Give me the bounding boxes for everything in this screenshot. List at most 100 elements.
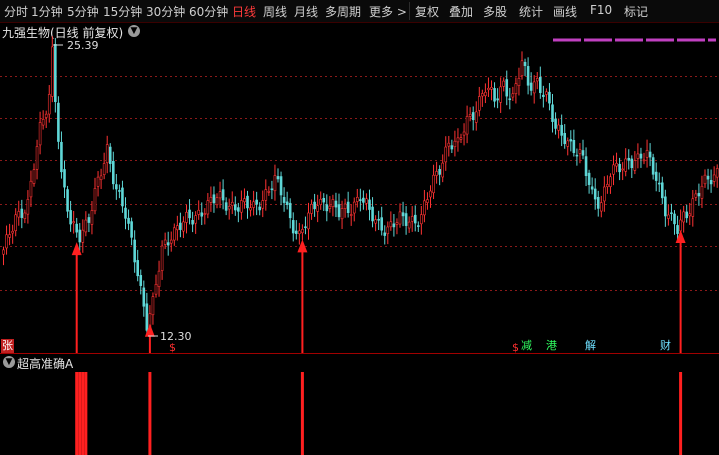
candle xyxy=(282,187,286,212)
indicator-title: 超高准确A xyxy=(17,357,74,371)
candle xyxy=(529,72,533,96)
candle xyxy=(523,58,527,77)
candle xyxy=(352,197,356,222)
candle xyxy=(569,130,573,152)
candle xyxy=(346,191,350,218)
candle xyxy=(563,124,567,149)
candle xyxy=(499,77,502,113)
candle xyxy=(639,147,643,168)
event-badge-dollar[interactable]: $ xyxy=(511,341,520,355)
candle xyxy=(645,139,649,168)
candle xyxy=(362,190,365,210)
candle xyxy=(590,177,594,195)
candlestick-chart[interactable]: 25.39 12.30 xyxy=(0,0,719,455)
candle xyxy=(535,72,539,90)
candle xyxy=(90,200,94,235)
candle xyxy=(29,170,33,207)
candle xyxy=(368,189,371,221)
candle xyxy=(133,230,136,273)
candle xyxy=(240,190,243,220)
candle xyxy=(532,75,536,104)
candle xyxy=(621,162,624,181)
candle xyxy=(197,200,200,220)
candle xyxy=(325,194,329,222)
candle xyxy=(212,186,216,213)
candle xyxy=(633,151,637,175)
candle xyxy=(520,51,524,80)
candle xyxy=(179,212,182,238)
candle xyxy=(660,176,664,205)
candle xyxy=(35,139,39,180)
candle xyxy=(688,202,692,225)
candle xyxy=(670,203,673,221)
candle xyxy=(490,80,493,101)
candle xyxy=(502,77,506,92)
candle xyxy=(121,180,124,213)
event-badge-zhang[interactable]: 张 xyxy=(1,339,14,353)
event-badge-jie[interactable]: 解 xyxy=(584,339,597,353)
candle xyxy=(462,123,466,146)
candle xyxy=(468,107,472,122)
candle xyxy=(173,223,176,246)
candle xyxy=(307,202,310,240)
indicator-bar xyxy=(84,372,88,455)
candle xyxy=(657,172,661,192)
candle xyxy=(557,118,560,139)
candle xyxy=(514,77,518,104)
candle xyxy=(444,136,448,171)
candle xyxy=(627,149,631,170)
candle xyxy=(142,280,146,317)
candle xyxy=(371,197,374,228)
candle xyxy=(383,225,387,245)
candle xyxy=(313,193,316,217)
candle xyxy=(606,175,609,194)
candle xyxy=(191,211,194,233)
candle xyxy=(14,208,17,237)
event-badge-jian[interactable]: 减 xyxy=(520,339,533,353)
candle xyxy=(389,211,393,231)
candle xyxy=(2,246,5,266)
candle xyxy=(386,221,390,245)
candle xyxy=(612,155,615,186)
candle xyxy=(654,162,658,192)
candle xyxy=(127,209,130,231)
candle xyxy=(203,208,207,225)
candle xyxy=(151,292,155,325)
event-badge-dollar[interactable]: $ xyxy=(168,341,177,355)
candle xyxy=(32,163,36,187)
candle xyxy=(673,210,676,235)
candle xyxy=(474,101,478,131)
candle xyxy=(715,164,719,188)
candle xyxy=(404,206,408,235)
candle xyxy=(224,197,228,216)
candle xyxy=(691,190,695,227)
candle xyxy=(57,96,60,150)
candle xyxy=(587,169,591,194)
candle xyxy=(538,66,542,99)
event-badge-cai[interactable]: 财 xyxy=(659,339,672,353)
candle xyxy=(413,205,417,232)
candle xyxy=(676,215,679,240)
candle xyxy=(609,173,612,194)
candle xyxy=(221,179,225,210)
candle xyxy=(301,224,304,241)
candle xyxy=(66,185,69,218)
candle xyxy=(465,105,469,144)
indicator-bar xyxy=(148,372,152,455)
candle xyxy=(438,165,441,186)
event-badge-gang[interactable]: 港 xyxy=(545,339,558,353)
candle xyxy=(423,190,426,223)
candle xyxy=(517,67,521,96)
candle xyxy=(545,88,548,102)
candle xyxy=(450,139,454,154)
candle xyxy=(157,260,161,297)
candle xyxy=(337,193,341,221)
chevron-down-icon[interactable]: ▼ xyxy=(3,356,15,368)
candle xyxy=(581,139,585,160)
candle xyxy=(651,153,655,180)
candle xyxy=(395,218,399,235)
candle xyxy=(484,83,487,104)
candle xyxy=(298,222,301,245)
candle xyxy=(505,70,509,106)
candle xyxy=(264,179,268,211)
